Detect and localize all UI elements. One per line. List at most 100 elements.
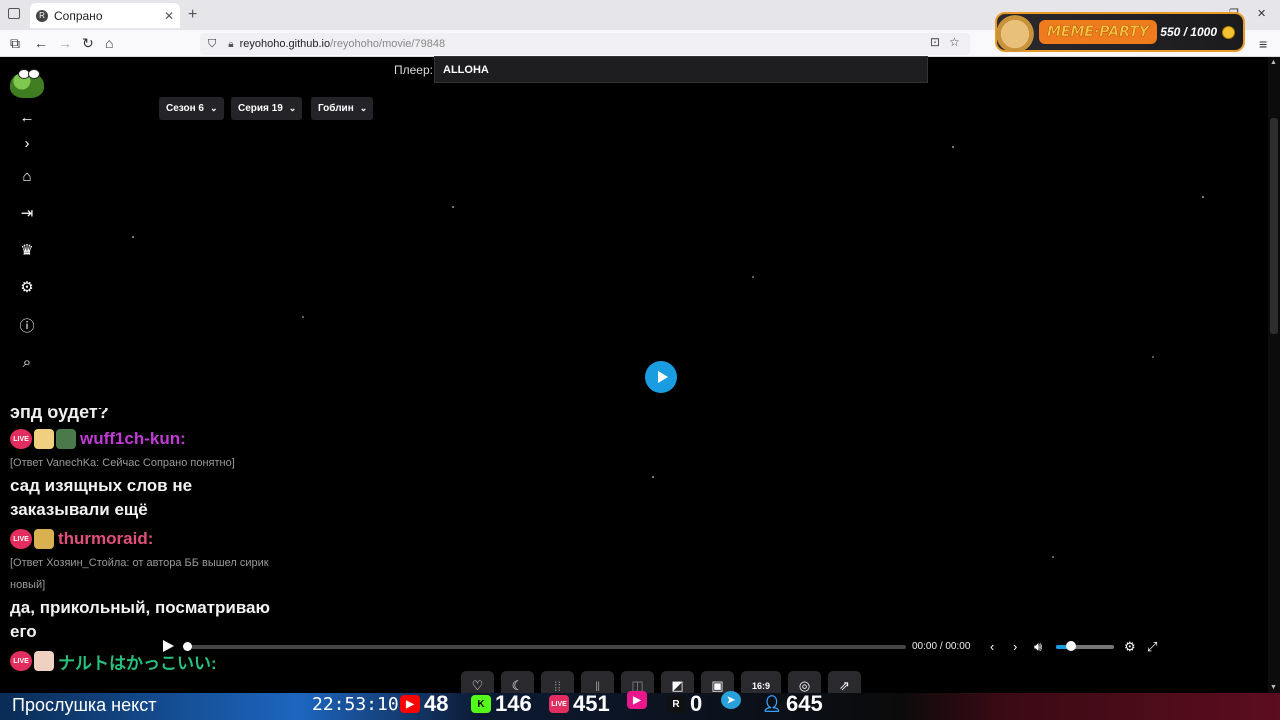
ticker-clock: 22:53:10 xyxy=(312,694,399,715)
player-select[interactable]: ALLOHA xyxy=(434,56,928,83)
back-arrow-icon[interactable]: ← xyxy=(18,108,36,126)
trophy-icon[interactable]: ♛ xyxy=(18,241,36,259)
chevron-down-icon: ⌄ xyxy=(288,103,297,113)
chat-username: ナルトはかっこいい: xyxy=(58,653,217,673)
vk-live-icon: LIVE xyxy=(549,695,569,713)
site-sidebar: ← › ⌂ ⇥ ♛ ⚙ ⓘ ⌕ xyxy=(0,57,53,407)
close-window-icon[interactable]: ✕ xyxy=(1257,7,1266,20)
chevron-right-icon[interactable]: › xyxy=(18,134,36,152)
chat-text-line: заказывали ещё xyxy=(10,500,148,519)
emote-icon xyxy=(56,429,76,449)
chat-reply: новый] xyxy=(10,579,46,591)
close-tab-icon[interactable]: ✕ xyxy=(164,9,174,23)
url-path: /reyohoho/movie/79848 xyxy=(330,38,446,50)
tab-title: Сопрано xyxy=(54,8,103,23)
back-icon[interactable]: ← xyxy=(34,35,48,51)
beer-emote-icon xyxy=(34,429,54,449)
coin-icon xyxy=(1222,25,1235,39)
emote-icon xyxy=(34,529,54,549)
youtube-icon: ▶ xyxy=(400,695,420,713)
fullscreen-icon[interactable]: ⤢ xyxy=(1147,639,1157,655)
play-button[interactable] xyxy=(163,640,174,652)
rumble-icon: R xyxy=(666,695,686,713)
home-icon[interactable]: ⌂ xyxy=(18,167,36,185)
center-play-button[interactable] xyxy=(645,361,677,393)
kick-icon: K xyxy=(471,695,491,713)
chat-reply: [Ответ Хозяин_Стойла: от автора ББ вышел… xyxy=(10,557,269,569)
scrollbar-thumb[interactable] xyxy=(1270,118,1278,334)
meme-party-score: 550 / 1000 xyxy=(1160,25,1235,39)
vk-live-stat: LIVE 451 xyxy=(549,691,610,717)
score-value: 550 / 1000 xyxy=(1160,25,1217,39)
chat-cut-line: эпд будет? xyxy=(10,408,109,422)
sidebar-toggle-icon[interactable] xyxy=(8,8,20,19)
kick-count: 146 xyxy=(495,691,532,716)
volume-icon[interactable]: 🔊︎ xyxy=(1034,639,1042,655)
new-tab-icon[interactable]: + xyxy=(188,6,197,24)
scroll-up-arrow-icon[interactable]: ▲ xyxy=(1270,59,1277,66)
vk-live-count: 451 xyxy=(573,691,610,716)
voiceover-label: Гоблин xyxy=(318,103,354,114)
forward-icon[interactable]: → xyxy=(58,35,72,51)
frog-logo[interactable] xyxy=(10,69,44,98)
season-label: Сезон 6 xyxy=(166,103,204,114)
season-dropdown[interactable]: Сезон 6 ⌄ xyxy=(159,97,224,120)
settings-icon[interactable]: ⚙ xyxy=(1124,639,1136,655)
episode-dropdown[interactable]: Серия 19 ⌄ xyxy=(231,97,303,120)
gear-icon[interactable]: ⚙ xyxy=(18,278,36,296)
extension-icon[interactable]: ⧉ xyxy=(10,35,20,52)
url-host: reyohoho.github.io xyxy=(239,38,331,50)
chat-message: LIVE ナルトはかっこいい: xyxy=(10,648,310,674)
login-icon[interactable]: ⇥ xyxy=(18,204,36,222)
youtube-stat: ▶ 48 xyxy=(400,691,448,717)
ticker-text: Прослушка некст xyxy=(12,695,157,715)
chat-message: LIVE thurmoraid: [Ответ Хозяин_Стойла: о… xyxy=(10,526,310,644)
chat-reply: [Ответ VanechKa: Сейчас Сопрано понятно] xyxy=(10,457,235,469)
viewers-stat: 👤︎ 645 xyxy=(762,691,823,717)
volume-knob[interactable] xyxy=(1065,641,1076,651)
kick-stat: K 146 xyxy=(471,691,532,717)
rutube-stat: ▶ xyxy=(627,691,647,709)
chat-text-line: его xyxy=(10,622,37,641)
live-badge-icon: LIVE xyxy=(10,529,32,549)
shield-icon[interactable]: ⛉ xyxy=(208,38,216,51)
tab-favicon: R xyxy=(36,9,48,22)
chat-text-line: да, прикольный, посматриваю xyxy=(10,598,271,617)
time-total: 00:00 xyxy=(945,641,971,652)
info-icon[interactable]: ⓘ xyxy=(18,316,36,335)
voiceover-dropdown[interactable]: Гоблин ⌄ xyxy=(311,97,374,120)
chat-text-line: сад изящных слов не xyxy=(10,476,193,495)
time-display: 00:00 / 00:00 xyxy=(912,641,970,652)
viewers-count: 645 xyxy=(786,691,823,716)
home-browser-icon[interactable]: ⌂ xyxy=(105,35,113,51)
chat-username: wuff1ch-kun: xyxy=(80,429,186,448)
rutube-icon: ▶ xyxy=(627,691,647,709)
scroll-down-arrow-icon[interactable]: ▼ xyxy=(1270,684,1277,691)
doge-logo xyxy=(993,12,1037,52)
telegram-icon: ➤ xyxy=(721,691,741,709)
time-current: 00:00 xyxy=(912,641,938,652)
meme-party-label: MEME·PARTY xyxy=(1039,20,1157,44)
emote-icon xyxy=(34,651,54,671)
youtube-count: 48 xyxy=(424,691,449,716)
menu-icon[interactable]: ≡ xyxy=(1259,36,1267,52)
progress-knob[interactable] xyxy=(183,642,192,651)
chevron-down-icon: ⌄ xyxy=(210,103,218,113)
live-badge-icon: LIVE xyxy=(10,651,32,671)
download-page-icon[interactable]: ⊡ xyxy=(930,35,940,49)
player-label: Плеер: xyxy=(394,63,433,77)
bookmark-star-icon[interactable]: ☆ xyxy=(949,35,960,49)
next-icon[interactable]: › xyxy=(1013,639,1017,654)
reload-icon[interactable]: ↻ xyxy=(82,35,94,52)
chat-message: LIVE wuff1ch-kun: [Ответ VanechKa: Сейча… xyxy=(10,426,310,522)
telegram-stat: ➤ xyxy=(721,691,741,709)
rumble-stat: R 0 xyxy=(666,691,702,717)
browser-tab[interactable]: R Сопрано ✕ xyxy=(30,3,180,28)
previous-icon[interactable]: ‹ xyxy=(990,639,994,654)
search-icon[interactable]: ⌕ xyxy=(18,353,36,371)
lock-icon: 🔒︎ xyxy=(228,38,234,50)
address-bar[interactable]: ⛉ 🔒︎ reyohoho.github.io/reyohoho/movie/7… xyxy=(200,33,970,55)
stream-chat-overlay: эпд будет? LIVE wuff1ch-kun: [Ответ Vane… xyxy=(10,408,310,674)
progress-bar[interactable] xyxy=(186,645,906,649)
chevron-down-icon: ⌄ xyxy=(359,103,368,113)
